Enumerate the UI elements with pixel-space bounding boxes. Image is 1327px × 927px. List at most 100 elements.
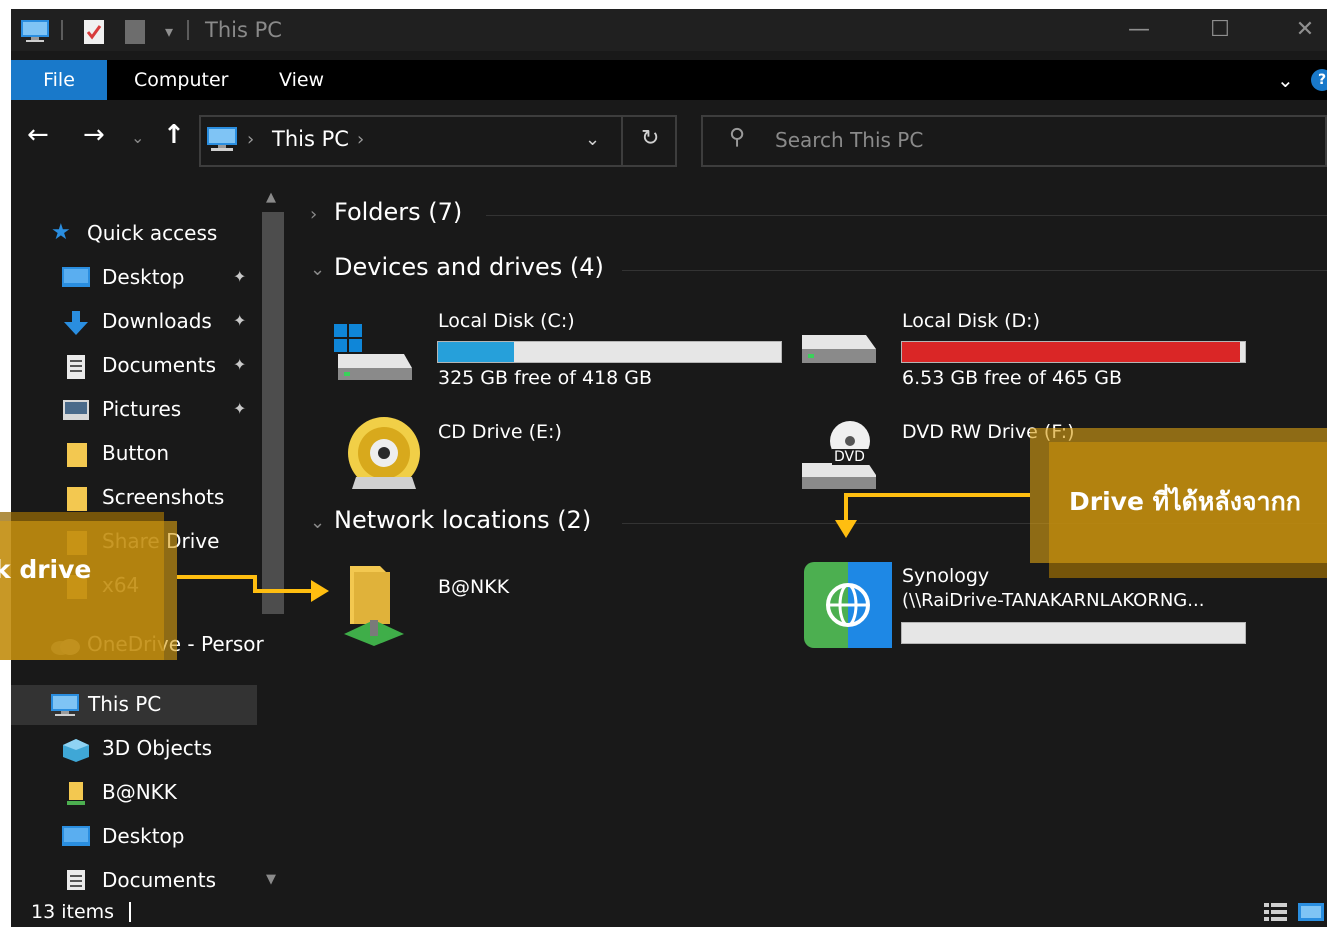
network-folder-icon xyxy=(344,566,404,646)
chevron-right-icon: › xyxy=(310,204,318,225)
breadcrumb-this-pc[interactable]: This PC xyxy=(272,127,349,151)
annotation-label-left: k drive xyxy=(0,555,92,584)
large-icons-view-icon[interactable] xyxy=(1297,902,1325,922)
pin-icon: ✦ xyxy=(233,355,247,374)
status-bar: 13 items xyxy=(11,890,1327,927)
title-separator xyxy=(187,20,189,40)
sidebar-item-label: Button xyxy=(102,441,169,465)
hard-disk-icon xyxy=(802,335,876,363)
chevron-down-icon: ⌄ xyxy=(310,512,326,533)
sidebar-item-quick-access[interactable]: ★ Quick access xyxy=(51,214,271,254)
desktop-icon xyxy=(62,826,90,846)
address-divider xyxy=(621,117,623,165)
group-network[interactable]: ⌄ Network locations (2) xyxy=(310,506,591,534)
cd-drive-icon xyxy=(348,417,420,489)
title-bar: ▾ This PC — ☐ ✕ xyxy=(11,9,1327,51)
search-icon: ⚲ xyxy=(729,125,746,150)
drive-usage-bar xyxy=(901,341,1246,363)
this-pc-icon[interactable] xyxy=(19,19,51,43)
status-separator xyxy=(129,902,131,922)
chevron-down-icon[interactable]: ⌄ xyxy=(585,129,600,150)
back-button[interactable]: ← xyxy=(27,120,49,150)
this-pc-icon xyxy=(207,127,237,151)
group-label: Network locations (2) xyxy=(334,506,592,534)
maximize-button[interactable]: ☐ xyxy=(1205,15,1235,45)
address-bar[interactable]: › This PC › ⌄ ↻ xyxy=(199,115,677,167)
properties-icon[interactable] xyxy=(82,19,106,45)
sidebar-item-label: Desktop xyxy=(102,824,185,848)
tab-file[interactable]: File xyxy=(11,60,107,100)
breadcrumb-separator[interactable]: › xyxy=(357,129,364,150)
sidebar-item-bnkk[interactable]: B@NKK xyxy=(61,773,261,813)
arrow-head-down-icon xyxy=(835,520,857,538)
arrow-left-segment xyxy=(253,589,315,593)
drive-tile-e[interactable]: CD Drive (E:) xyxy=(332,415,792,500)
new-folder-icon[interactable] xyxy=(123,19,147,45)
drive-tile-c[interactable]: Local Disk (C:) 325 GB free of 418 GB xyxy=(332,305,792,395)
title-separator xyxy=(61,20,63,40)
drive-name: CD Drive (E:) xyxy=(438,421,562,443)
pin-icon: ✦ xyxy=(233,311,247,330)
documents-icon xyxy=(67,355,85,379)
sidebar-item-label: Screenshots xyxy=(102,485,225,509)
close-button[interactable]: ✕ xyxy=(1290,15,1320,45)
tab-computer[interactable]: Computer xyxy=(134,60,228,100)
breadcrumb-separator[interactable]: › xyxy=(247,129,254,150)
group-label: Devices and drives (4) xyxy=(334,253,604,281)
drive-tile-d[interactable]: Local Disk (D:) 6.53 GB free of 465 GB xyxy=(796,305,1256,395)
up-button[interactable]: ↑ xyxy=(163,120,185,150)
group-devices[interactable]: ⌄ Devices and drives (4) xyxy=(310,253,604,281)
forward-button[interactable]: → xyxy=(83,120,105,150)
network-tile-bnkk[interactable]: B@NKK xyxy=(332,560,792,650)
annotation-label-right: Drive ที่ได้หลังจากก xyxy=(1069,487,1301,516)
window-title: This PC xyxy=(205,18,282,42)
scroll-down-icon[interactable]: ▼ xyxy=(266,872,276,887)
drive-name: Local Disk (C:) xyxy=(438,310,575,332)
raidrive-globe-icon xyxy=(804,562,892,648)
chevron-down-icon: ⌄ xyxy=(310,259,326,280)
star-icon: ★ xyxy=(51,220,71,245)
dvd-badge: DVD xyxy=(834,449,865,465)
search-input[interactable]: ⚲ Search This PC xyxy=(701,115,1327,167)
tab-view[interactable]: View xyxy=(279,60,324,100)
sidebar-item-this-pc[interactable]: This PC xyxy=(11,685,257,725)
group-divider xyxy=(622,270,1327,271)
annotation-box-left xyxy=(0,521,177,660)
3d-objects-icon xyxy=(63,739,89,762)
drive-free-space: 6.53 GB free of 465 GB xyxy=(902,367,1123,389)
drive-usage-fill xyxy=(902,342,1241,362)
recent-locations-button[interactable]: ⌄ xyxy=(131,128,144,147)
help-icon[interactable]: ? xyxy=(1311,69,1327,91)
network-location-name: Synology xyxy=(902,565,990,587)
sidebar-item-label: B@NKK xyxy=(102,780,177,804)
sidebar-item-documents[interactable]: Documents ✦ xyxy=(61,346,261,386)
scroll-thumb[interactable] xyxy=(262,212,284,614)
sidebar-item-desktop-pc[interactable]: Desktop xyxy=(61,817,261,857)
sidebar-item-downloads[interactable]: Downloads ✦ xyxy=(61,302,261,342)
windows-disk-icon xyxy=(334,324,412,380)
sidebar-scrollbar[interactable]: ▲ ▼ xyxy=(259,188,287,890)
group-divider xyxy=(486,215,1327,216)
sidebar-item-button[interactable]: Button xyxy=(61,434,261,474)
search-placeholder: Search This PC xyxy=(775,128,924,152)
sidebar-item-label: Quick access xyxy=(87,221,218,245)
sidebar-item-label: Pictures xyxy=(102,397,182,421)
sidebar-item-label: This PC xyxy=(88,692,162,716)
sidebar-item-desktop[interactable]: Desktop ✦ xyxy=(61,258,261,298)
group-folders[interactable]: › Folders (7) xyxy=(310,198,462,226)
arrow-right-segment xyxy=(844,493,1030,497)
details-view-icon[interactable] xyxy=(1263,902,1289,922)
item-count: 13 items xyxy=(31,901,115,923)
sidebar-item-label: Documents xyxy=(102,353,217,377)
refresh-icon[interactable]: ↻ xyxy=(641,126,659,151)
scroll-up-icon[interactable]: ▲ xyxy=(266,190,276,205)
chevron-down-icon[interactable]: ⌄ xyxy=(1277,68,1294,92)
pictures-icon xyxy=(63,400,89,420)
drive-usage-fill xyxy=(438,342,515,362)
drive-free-space: 325 GB free of 418 GB xyxy=(438,367,653,389)
drive-usage-bar xyxy=(437,341,782,363)
sidebar-item-3d-objects[interactable]: 3D Objects xyxy=(61,729,261,769)
sidebar-item-pictures[interactable]: Pictures ✦ xyxy=(61,390,261,430)
minimize-button[interactable]: — xyxy=(1124,15,1154,45)
customize-toolbar-icon[interactable]: ▾ xyxy=(154,17,184,47)
